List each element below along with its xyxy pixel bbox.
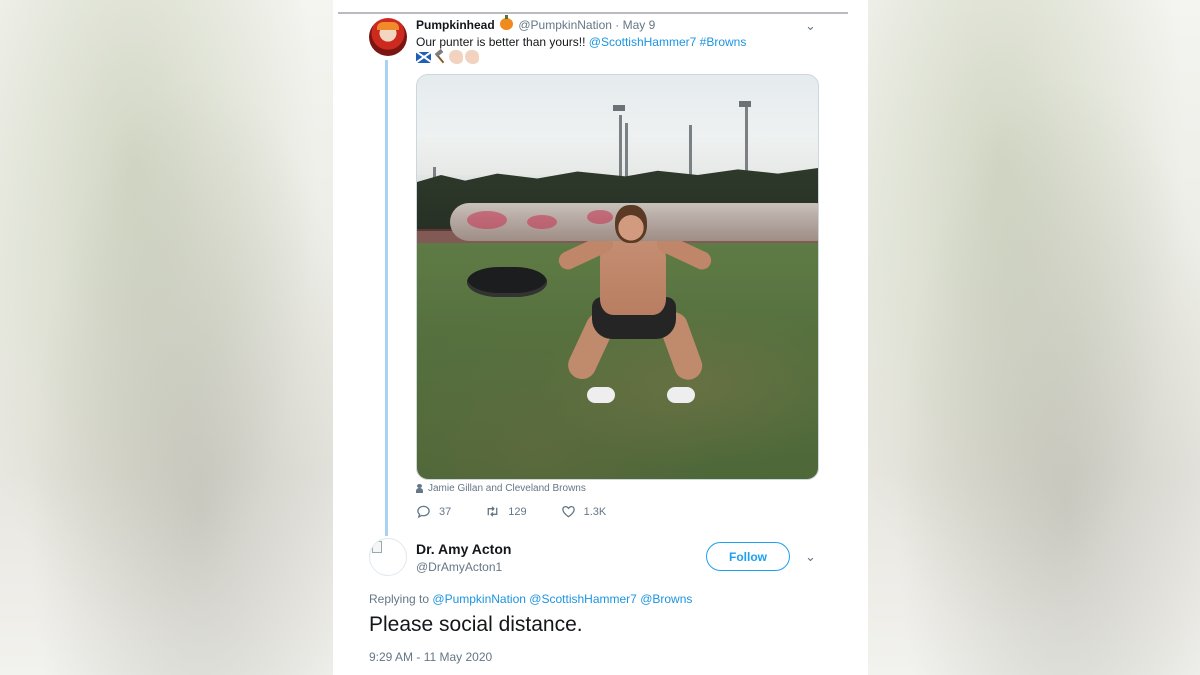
reply-button[interactable]: 37 xyxy=(416,504,451,519)
user-handle[interactable]: @DrAmyActon1 xyxy=(416,560,502,574)
reply-text: Please social distance. xyxy=(369,613,583,636)
separator: · xyxy=(615,18,620,32)
tweet-date[interactable]: May 9 xyxy=(623,18,656,32)
user-handle[interactable]: @PumpkinNation xyxy=(518,18,612,32)
avatar[interactable] xyxy=(369,538,407,576)
divider xyxy=(338,12,848,14)
tire xyxy=(467,267,547,297)
media-credit: Jamie Gillan and Cleveland Browns xyxy=(416,483,586,494)
reply-icon xyxy=(417,505,430,519)
reply-count: 37 xyxy=(439,505,452,518)
background-right xyxy=(867,0,1200,675)
person-icon xyxy=(416,484,423,493)
hashtag-link[interactable]: #Browns xyxy=(700,35,747,49)
flexed-biceps-icon xyxy=(449,50,463,64)
broken-image-icon xyxy=(372,541,382,553)
heart-icon xyxy=(561,505,575,518)
flexed-biceps-icon xyxy=(465,50,479,64)
follow-button[interactable]: Follow xyxy=(706,542,790,571)
display-name[interactable]: Dr. Amy Acton xyxy=(416,541,511,557)
hammer-icon xyxy=(433,50,447,64)
thread-line xyxy=(385,60,388,536)
replying-mention[interactable]: @Browns xyxy=(640,592,692,606)
media-credit-text[interactable]: Jamie Gillan and Cleveland Browns xyxy=(428,483,586,494)
retweet-icon xyxy=(487,506,498,517)
tweet-media-image[interactable] xyxy=(416,74,819,480)
mention-link[interactable]: @ScottishHammer7 xyxy=(589,35,697,49)
replying-mention[interactable]: @PumpkinNation xyxy=(432,592,526,606)
chevron-down-icon[interactable]: ⌄ xyxy=(805,550,816,563)
replying-prefix: Replying to xyxy=(369,592,430,606)
tweet-actions: 37 129 1.3K xyxy=(416,504,606,519)
tweet-header: Pumpkinhead @PumpkinNation · May 9 xyxy=(416,15,656,32)
background-left xyxy=(0,0,333,675)
tweet-text: Our punter is better than yours!! @Scott… xyxy=(416,35,746,49)
tweet-card: Pumpkinhead @PumpkinNation · May 9 ⌄ Our… xyxy=(333,0,868,675)
like-count: 1.3K xyxy=(583,505,607,518)
avatar[interactable] xyxy=(369,18,407,56)
emoji-row xyxy=(416,50,479,64)
display-name[interactable]: Pumpkinhead xyxy=(416,18,495,32)
retweet-button[interactable]: 129 xyxy=(485,504,527,519)
replying-mention[interactable]: @ScottishHammer7 xyxy=(529,592,637,606)
pumpkin-icon xyxy=(500,15,514,30)
replying-to: Replying to @PumpkinNation @ScottishHamm… xyxy=(369,592,692,606)
scotland-flag-icon xyxy=(416,52,431,63)
retweet-count: 129 xyxy=(508,505,527,518)
chevron-down-icon[interactable]: ⌄ xyxy=(805,19,816,32)
like-button[interactable]: 1.3K xyxy=(561,504,607,519)
tweet-text-main: Our punter is better than yours!! xyxy=(416,35,586,49)
timestamp[interactable]: 9:29 AM - 11 May 2020 xyxy=(369,650,492,664)
